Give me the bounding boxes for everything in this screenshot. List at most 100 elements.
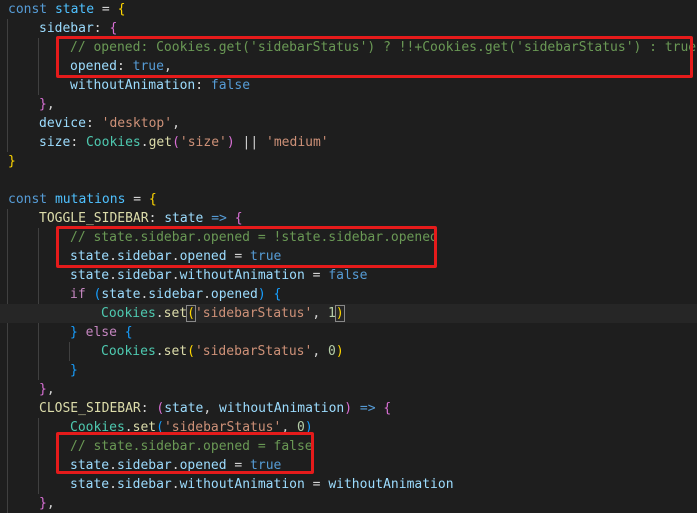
code-token: { [148,192,157,207]
code-token: } [39,496,47,511]
code-token: get [148,135,173,150]
code-token: . [140,135,149,150]
code-token: } [70,325,78,340]
code-token: opened [210,287,258,302]
code-token: . [203,287,211,302]
code-line[interactable]: CLOSE_SIDEBAR: (state, withoutAnimation)… [8,399,391,418]
code-token: 0 [328,344,336,359]
code-token: withoutAnimation [70,78,196,93]
code-token: mutations [54,192,126,207]
code-token: , [312,306,328,321]
code-token: set [163,306,188,321]
code-token: { [234,211,243,226]
code-line[interactable]: } else { [8,323,133,342]
code-token: . [171,477,180,492]
code-token: : [140,401,157,416]
code-token: : [85,116,102,131]
code-token: CLOSE_SIDEBAR [39,401,141,416]
code-token: else [85,325,117,340]
code-line[interactable]: } [8,361,78,380]
code-token: size [39,135,71,150]
code-token: } [39,97,47,112]
code-token: . [109,268,117,283]
code-token: 'sidebarStatus' [194,344,313,359]
code-token: ) [335,344,344,359]
code-token: ) [344,401,353,416]
code-token: , [46,496,55,511]
code-token: const [8,2,55,17]
code-token: = [125,192,149,207]
code-token: , [312,344,328,359]
code-line[interactable]: const state = { [8,0,125,19]
code-line[interactable]: withoutAnimation: false [8,76,250,95]
code-token: = [94,2,118,17]
code-token: : [70,135,86,150]
code-line[interactable]: }, [8,380,55,399]
code-token: : [93,21,110,36]
code-line[interactable]: } [8,152,16,171]
code-token: { [117,2,126,17]
code-token: 1 [328,306,336,321]
code-token: } [8,154,16,169]
code-token: sidebar [116,268,172,283]
code-token: || [234,135,267,150]
code-line[interactable]: }, [8,95,55,114]
code-token: state [54,2,95,17]
code-token: false [328,268,368,283]
code-token: 'desktop' [101,116,173,131]
code-line[interactable]: state.sidebar.withoutAnimation = without… [8,475,454,494]
code-token: false [210,78,251,93]
code-token: state [164,401,204,416]
code-token: 'size' [179,135,227,150]
code-token: sidebar [116,477,172,492]
code-token: , [46,382,55,397]
code-token: = [304,268,329,283]
code-token: state [70,268,110,283]
code-token: ( [172,135,180,150]
code-token: } [39,382,47,397]
code-token: TOGGLE_SIDEBAR [39,211,149,226]
highlight-box-toggle-sidebar [56,226,437,268]
code-token: Cookies [101,344,156,359]
code-token: sidebar [39,21,94,36]
code-line[interactable]: device: 'desktop', [8,114,180,133]
code-token: . [109,477,117,492]
code-token: : [195,78,211,93]
code-token: { [109,21,118,36]
code-token: const [8,192,55,207]
code-editor[interactable]: const state = {sidebar: {// opened: Cook… [0,0,697,513]
code-token: => [359,401,376,416]
code-token: withoutAnimation [179,477,305,492]
code-token: , [46,97,55,112]
code-line[interactable]: Cookies.set('sidebarStatus', 1) [0,304,697,323]
code-token: Cookies [101,306,156,321]
code-line[interactable]: if (state.sidebar.opened) { [8,285,281,304]
code-token: . [171,268,180,283]
code-token: . [155,344,164,359]
highlight-box-close-sidebar [56,432,314,474]
code-token: ) [226,135,235,150]
code-token: withoutAnimation [219,401,345,416]
code-line[interactable]: state.sidebar.withoutAnimation = false [8,266,367,285]
highlight-box-sidebar-opened [56,36,693,78]
code-token: set [163,344,188,359]
code-token: => [211,211,227,226]
code-token: state [164,211,204,226]
code-token: state [70,477,110,492]
code-token: ) [334,305,345,322]
code-line[interactable]: }, [8,494,55,513]
code-line[interactable]: const mutations = { [8,190,157,209]
code-token: withoutAnimation [179,268,305,283]
code-token: 'medium' [266,135,329,150]
code-token: sidebar [148,287,204,302]
code-token: { [273,287,282,302]
code-line[interactable]: Cookies.set('sidebarStatus', 0) [8,342,344,361]
code-token: { [383,401,392,416]
code-token: state [101,287,141,302]
code-line[interactable]: size: Cookies.get('size') || 'medium' [8,133,329,152]
code-token: ( [187,344,195,359]
code-token: if [70,287,86,302]
code-token: } [70,363,78,378]
